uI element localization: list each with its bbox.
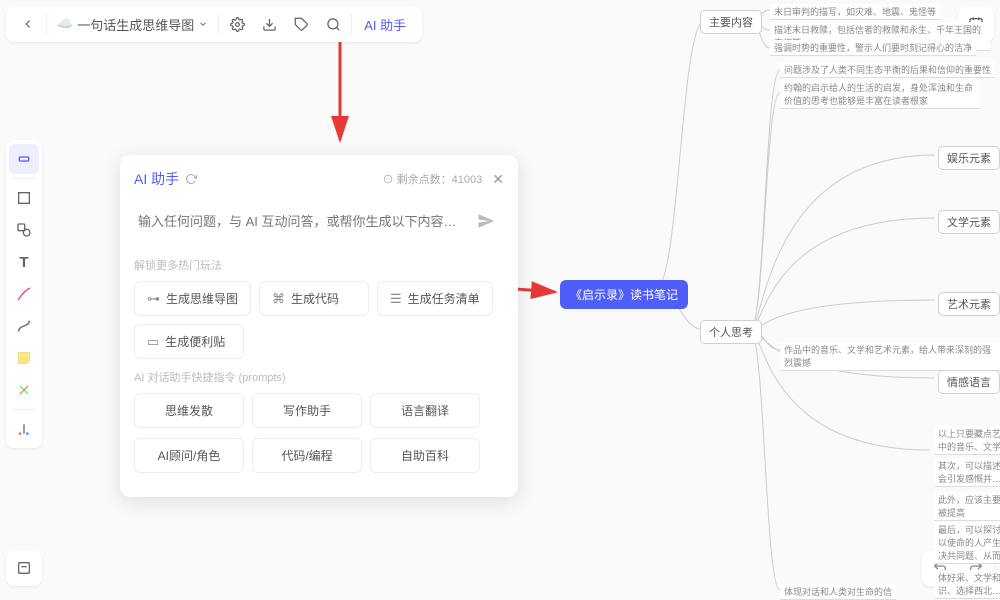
chip-prompt-translate[interactable]: 语言翻译 [370, 393, 480, 428]
ai-assistant-link[interactable]: AI 助手 [354, 15, 416, 34]
tool-connector[interactable] [9, 311, 39, 341]
tool-mindmap[interactable] [9, 375, 39, 405]
side-toolbar: T [6, 140, 42, 448]
send-button[interactable] [472, 207, 500, 235]
mindmap-leaf[interactable]: 其次，可以描述前景会引发感慨并… [934, 458, 1000, 487]
prompt-chips-row-2: AI顾问/角色 代码/编程 自助百科 [134, 438, 504, 473]
export-button[interactable] [253, 8, 285, 40]
mindmap-leaf[interactable]: 约翰的启示给人的生活的启发，身处浑浊和生命价值的思考也能够是丰富在读者根家 [780, 80, 980, 109]
doc-title-text: 一句话生成思维导图 [77, 15, 194, 34]
tag-icon [294, 17, 309, 32]
chip-prompt-role[interactable]: AI顾问/角色 [134, 438, 244, 473]
gear-icon [230, 17, 245, 32]
document-title-dropdown[interactable]: ☁️ 一句话生成思维导图 [49, 15, 216, 34]
separator [12, 409, 36, 410]
mindmap-node-entertainment[interactable]: 娱乐元素 [938, 146, 1000, 170]
section-prompts-label: AI 对话助手快捷指令 (prompts) [134, 369, 504, 385]
tasklist-icon: ☰ [390, 291, 402, 307]
mindmap-icon: ⊶ [147, 291, 160, 307]
chip-generate-tasklist[interactable]: ☰生成任务清单 [377, 281, 493, 316]
chip-generate-mindmap[interactable]: ⊶生成思维导图 [134, 281, 251, 316]
hot-chips-row: ⊶生成思维导图 ⌘生成代码 ☰生成任务清单 ▭生成便利贴 [134, 281, 504, 359]
mindmap-leaf[interactable]: 体现对话和人类对生命的信 [780, 584, 896, 600]
chip-prompt-coding[interactable]: 代码/编程 [252, 438, 362, 473]
ai-panel-title: AI 助手 [134, 169, 197, 189]
prompt-chips-row-1: 思维发散 写作助手 语言翻译 [134, 393, 504, 428]
layers-button[interactable] [6, 550, 42, 586]
mindmap-node-personal-thinking[interactable]: 个人思考 [700, 320, 762, 344]
separator [218, 14, 219, 34]
separator [46, 14, 47, 34]
settings-button[interactable] [221, 8, 253, 40]
chip-prompt-writing[interactable]: 写作助手 [252, 393, 362, 428]
chip-generate-code[interactable]: ⌘生成代码 [259, 281, 369, 316]
ai-panel-header: AI 助手 ⊙ 剩余点数：41003 ✕ [134, 169, 504, 189]
chip-prompt-diverge[interactable]: 思维发散 [134, 393, 244, 428]
ai-assistant-panel: AI 助手 ⊙ 剩余点数：41003 ✕ 解锁更多热门玩法 ⊶生成思维导图 ⌘生… [120, 155, 518, 497]
close-button[interactable]: ✕ [492, 171, 504, 188]
mindmap-canvas[interactable]: 《启示录》读书笔记 主要内容 个人思考 末日审判的描写，如灾难、地震、鬼怪等 描… [540, 0, 1000, 594]
mindmap-leaf[interactable]: 末日审判的描写，如灾难、地震、鬼怪等 [770, 4, 940, 20]
tool-frame[interactable] [9, 183, 39, 213]
mindmap-node-art[interactable]: 艺术元素 [938, 292, 1000, 316]
layers-icon [16, 560, 32, 576]
mindmap-leaf[interactable]: 强调时势的重要性，警示人们要时刻记得心的洁净 [770, 40, 976, 56]
mindmap-node-main-content[interactable]: 主要内容 [700, 10, 762, 34]
section-hot-label: 解锁更多热门玩法 [134, 257, 504, 273]
chevron-down-icon [198, 19, 208, 29]
export-icon [262, 17, 277, 32]
search-button[interactable] [317, 8, 349, 40]
mindmap-leaf[interactable]: 体好采、文学和意识、选择西北… [934, 570, 1000, 599]
tool-more[interactable] [9, 414, 39, 444]
ai-panel-meta: ⊙ 剩余点数：41003 ✕ [383, 171, 504, 188]
send-icon [477, 212, 495, 230]
mindmap-leaf[interactable]: 以上只要藏点艺术等中的音乐、文学和艺 [934, 426, 1000, 455]
search-icon [326, 17, 341, 32]
ai-title-text: AI 助手 [134, 169, 179, 189]
chip-prompt-wiki[interactable]: 自助百科 [370, 438, 480, 473]
ai-input-row [134, 199, 504, 243]
tool-select[interactable] [9, 144, 39, 174]
mindmap-root-node[interactable]: 《启示录》读书笔记 [560, 280, 688, 309]
mindmap-leaf[interactable]: 最后，可以探讨作者以使命的人产生些解决共同题、从而… [934, 522, 1000, 564]
mindmap-leaf[interactable]: 作品中的音乐、文学和艺术元素，给人带来深刻的强烈震撼 [780, 342, 1000, 371]
text-icon: T [19, 254, 28, 271]
mindmap-leaf[interactable]: 此外，应该主要作求被提高 [934, 492, 1000, 521]
separator [351, 14, 352, 34]
tool-text[interactable]: T [9, 247, 39, 277]
tool-sticky[interactable] [9, 343, 39, 373]
cloud-icon: ☁️ [57, 16, 73, 32]
top-toolbar: ☁️ 一句话生成思维导图 AI 助手 [6, 6, 422, 42]
tag-button[interactable] [285, 8, 317, 40]
chip-generate-sticky[interactable]: ▭生成便利贴 [134, 324, 244, 359]
tool-pen[interactable] [9, 279, 39, 309]
mindmap-node-insight[interactable]: 情感语言 [938, 370, 1000, 394]
code-icon: ⌘ [272, 291, 285, 307]
credits-label: ⊙ 剩余点数：41003 [383, 171, 483, 187]
refresh-icon[interactable] [185, 173, 197, 185]
tool-shape[interactable] [9, 215, 39, 245]
sticky-icon: ▭ [147, 334, 159, 350]
mindmap-node-literature[interactable]: 文学元素 [938, 210, 1000, 234]
separator [12, 178, 36, 179]
back-button[interactable] [12, 8, 44, 40]
ai-prompt-input[interactable] [138, 214, 472, 229]
mindmap-leaf[interactable]: 问题涉及了人类不同生态平衡的后果和信仰的重要性 [780, 62, 995, 78]
